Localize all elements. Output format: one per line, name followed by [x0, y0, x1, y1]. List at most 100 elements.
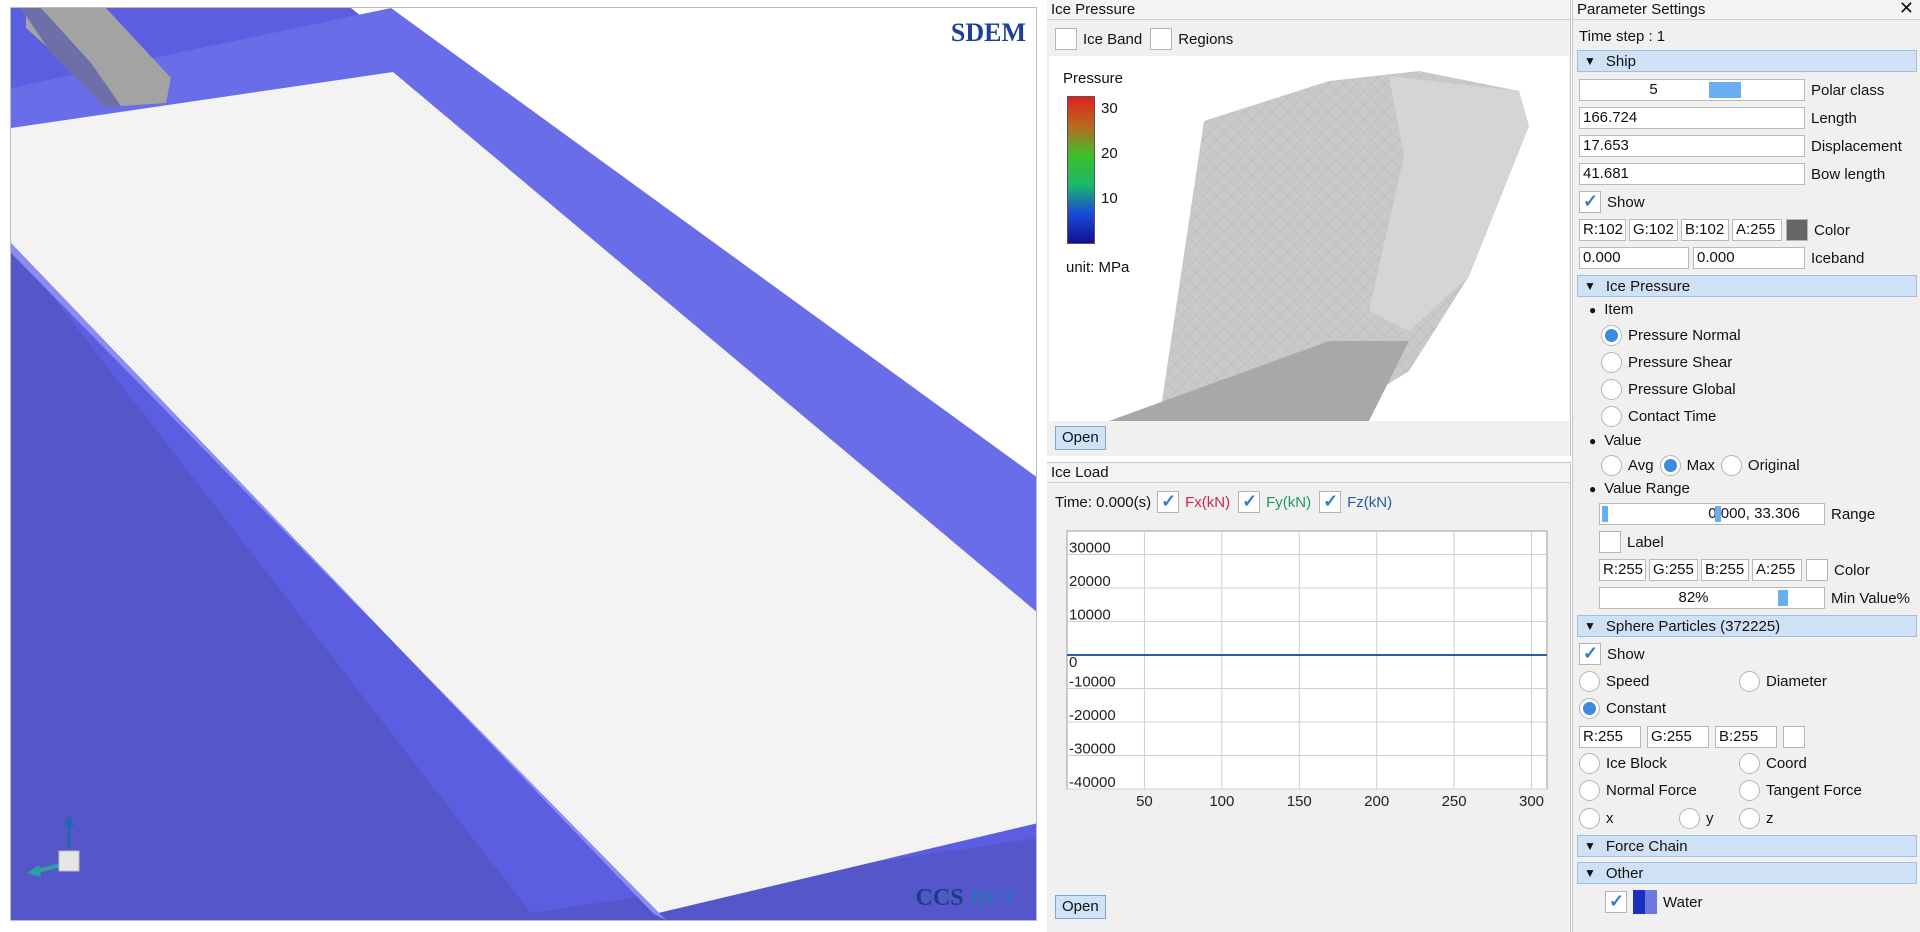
polar-class-slider-handle[interactable]	[1709, 82, 1741, 98]
value-max-label: Max	[1686, 457, 1715, 474]
pressure-shear-label: Pressure Shear	[1628, 354, 1733, 371]
chart-y-tick-label: 0	[1069, 654, 1077, 671]
label-label: Label	[1627, 533, 1664, 551]
min-value-slider[interactable]: 82%	[1599, 587, 1825, 609]
pressure-b-input[interactable]: B:255	[1701, 559, 1749, 581]
regions-checkbox[interactable]	[1150, 28, 1173, 50]
water-checkbox[interactable]	[1605, 891, 1627, 913]
value-max-radio[interactable]	[1659, 455, 1681, 476]
water-color-swatch[interactable]	[1633, 890, 1657, 914]
y-radio[interactable]	[1679, 808, 1700, 829]
diameter-radio[interactable]	[1739, 671, 1760, 692]
pressure-color-swatch[interactable]	[1806, 559, 1828, 581]
parameter-settings-title-text: Parameter Settings	[1577, 1, 1706, 18]
force-chain-section-header[interactable]: ▼ Force Chain	[1577, 835, 1917, 857]
fx-checkbox[interactable]	[1157, 491, 1180, 513]
ship-g-input[interactable]: G:102	[1629, 219, 1678, 241]
parameter-settings-title: Parameter Settings ✕	[1573, 0, 1920, 20]
ice-load-chart[interactable]: 50 100 150 200 250 300 30000 20000 10000 0 -10000 -…	[1047, 523, 1571, 893]
collapse-triangle-icon: ▼	[1584, 54, 1596, 68]
ship-r-input[interactable]: R:102	[1579, 219, 1626, 241]
range-max-handle[interactable]	[1715, 506, 1721, 522]
pressure-a-input[interactable]: A:255	[1752, 559, 1802, 581]
normal-force-radio[interactable]	[1579, 780, 1600, 801]
pressure-shear-radio[interactable]	[1601, 352, 1622, 373]
range-value: 0.000, 33.306	[1708, 505, 1800, 522]
value-avg-radio[interactable]	[1601, 455, 1622, 476]
ship-color-swatch[interactable]	[1786, 219, 1808, 241]
ice-load-title: Ice Load	[1047, 463, 1570, 483]
pressure-global-radio[interactable]	[1601, 379, 1622, 400]
constant-radio[interactable]	[1579, 698, 1600, 719]
ice-pressure-open-button[interactable]: Open	[1055, 426, 1106, 450]
sphere-particles-section-header[interactable]: ▼ Sphere Particles (372225)	[1577, 615, 1917, 637]
value-original-radio[interactable]	[1720, 455, 1742, 476]
z-radio[interactable]	[1739, 808, 1760, 829]
ice-pressure-section-header[interactable]: ▼ Ice Pressure	[1577, 275, 1917, 297]
value-original-label: Original	[1747, 457, 1800, 474]
fy-checkbox[interactable]	[1238, 491, 1261, 513]
time-step-label: Time step : 1	[1579, 28, 1666, 45]
bow-length-input[interactable]: 41.681	[1579, 163, 1805, 185]
close-icon[interactable]: ✕	[1899, 0, 1914, 18]
chart-x-tick-label: 50	[1136, 793, 1153, 810]
tangent-force-label: Tangent Force	[1766, 782, 1862, 799]
ship-color-label: Color	[1814, 221, 1850, 239]
displacement-input[interactable]: 17.653	[1579, 135, 1805, 157]
contact-time-radio[interactable]	[1601, 406, 1622, 427]
sphere-header-label: Sphere Particles (372225)	[1605, 617, 1781, 635]
other-header-label: Other	[1605, 864, 1644, 882]
iceband-start-input[interactable]: 0.000	[1579, 247, 1689, 269]
ice-block-radio[interactable]	[1579, 753, 1600, 774]
tangent-force-radio[interactable]	[1739, 780, 1760, 801]
sphere-g-input[interactable]: G:255	[1647, 726, 1709, 748]
min-value-slider-handle[interactable]	[1778, 590, 1788, 606]
chart-y-tick-label: -40000	[1069, 774, 1116, 791]
legend-title: Pressure	[1063, 70, 1124, 87]
hull-render	[1109, 71, 1529, 421]
chart-y-tick-label: 30000	[1069, 539, 1111, 556]
ship-section-header[interactable]: ▼ Ship	[1577, 50, 1917, 72]
water-label: Water	[1663, 893, 1703, 911]
scene-render	[11, 8, 1036, 920]
length-input[interactable]: 166.724	[1579, 107, 1805, 129]
pressure-global-label: Pressure Global	[1628, 381, 1736, 398]
label-checkbox[interactable]	[1599, 531, 1621, 553]
ship-b-input[interactable]: B:102	[1681, 219, 1729, 241]
min-value-text: 82%	[1678, 589, 1709, 606]
legend-tick-10: 10	[1101, 190, 1118, 207]
chart-plot-area	[1066, 530, 1548, 790]
contact-time-label: Contact Time	[1628, 408, 1717, 425]
range-slider[interactable]: 0.000, 33.306	[1599, 503, 1825, 525]
sphere-b-input[interactable]: B:255	[1715, 726, 1777, 748]
hull-pressure-view[interactable]: Pressure 30 20 10 unit: MPa	[1049, 56, 1569, 421]
sphere-r-input[interactable]: R:255	[1579, 726, 1641, 748]
chart-x-tick-label: 100	[1209, 793, 1234, 810]
sphere-color-swatch[interactable]	[1783, 726, 1805, 748]
chart-y-tick-label: 20000	[1069, 573, 1111, 590]
coord-radio[interactable]	[1739, 753, 1760, 774]
iceband-end-input[interactable]: 0.000	[1693, 247, 1805, 269]
speed-radio[interactable]	[1579, 671, 1600, 692]
ship-show-checkbox[interactable]	[1579, 191, 1601, 213]
chart-y-tick-label: -30000	[1069, 740, 1116, 757]
sphere-show-checkbox[interactable]	[1579, 643, 1601, 665]
3d-viewport[interactable]: SDEM CCS DUT	[10, 7, 1037, 921]
displacement-label: Displacement	[1811, 137, 1902, 155]
range-min-handle[interactable]	[1602, 506, 1608, 522]
chart-y-tick-label: -10000	[1069, 673, 1116, 690]
ice-band-checkbox[interactable]	[1055, 28, 1077, 50]
polar-class-slider[interactable]: 5	[1579, 79, 1805, 101]
ccs-logo-text: CCS	[915, 885, 964, 911]
ship-a-input[interactable]: A:255	[1732, 219, 1782, 241]
pressure-r-input[interactable]: R:255	[1599, 559, 1646, 581]
pressure-normal-radio[interactable]	[1601, 325, 1622, 346]
other-section-header[interactable]: ▼ Other	[1577, 862, 1917, 884]
ice-load-open-button[interactable]: Open	[1055, 895, 1106, 919]
sphere-show-label: Show	[1607, 645, 1645, 663]
polar-class-label: Polar class	[1811, 81, 1885, 99]
chart-x-tick-label: 300	[1519, 793, 1544, 810]
fz-checkbox[interactable]	[1319, 491, 1342, 513]
x-radio[interactable]	[1579, 808, 1600, 829]
pressure-g-input[interactable]: G:255	[1649, 559, 1698, 581]
